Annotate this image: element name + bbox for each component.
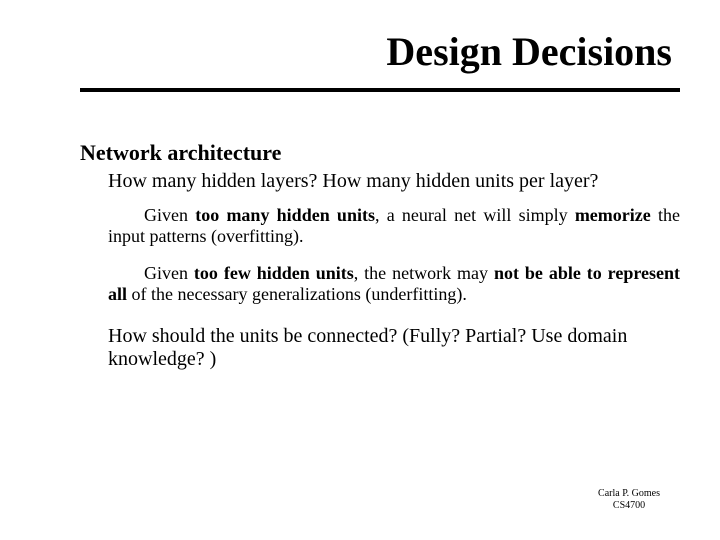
text-bold: memorize bbox=[575, 205, 651, 225]
footer-course: CS4700 bbox=[598, 500, 660, 512]
slide-content: Network architecture How many hidden lay… bbox=[80, 140, 680, 371]
question-connectivity: How should the units be connected? (Full… bbox=[108, 325, 680, 371]
title-divider bbox=[80, 88, 680, 92]
text: Given bbox=[144, 205, 195, 225]
paragraph-underfitting: Given too few hidden units, the network … bbox=[108, 263, 680, 305]
footer: Carla P. Gomes CS4700 bbox=[598, 488, 660, 512]
text-bold: too many hidden units bbox=[195, 205, 375, 225]
text: of the necessary generalizations (underf… bbox=[127, 284, 467, 304]
text: , a neural net will simply bbox=[375, 205, 575, 225]
slide-title: Design Decisions bbox=[386, 28, 672, 75]
paragraph-overfitting: Given too many hidden units, a neural ne… bbox=[108, 205, 680, 247]
footer-author: Carla P. Gomes bbox=[598, 488, 660, 500]
text: , the network may bbox=[354, 263, 494, 283]
text-bold: too few hidden units bbox=[194, 263, 354, 283]
slide: Design Decisions Network architecture Ho… bbox=[0, 0, 720, 540]
question-layers: How many hidden layers? How many hidden … bbox=[108, 170, 680, 193]
text: Given bbox=[144, 263, 194, 283]
section-heading: Network architecture bbox=[80, 140, 680, 166]
